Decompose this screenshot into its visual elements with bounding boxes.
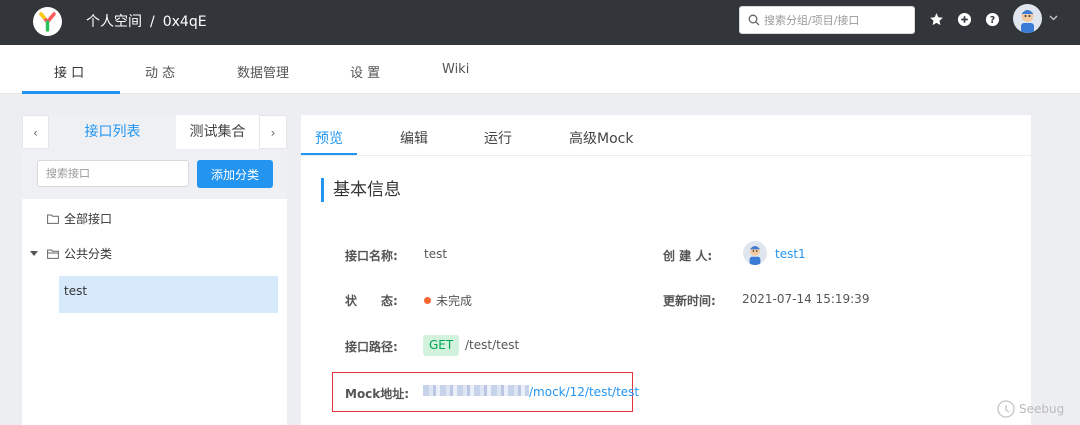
interface-detail: 预览 编辑 运行 高级Mock 基本信息 接口名称: test 创 建 人: t… xyxy=(301,115,1031,425)
add-category-button[interactable]: 添加分类 xyxy=(197,160,273,188)
mock-label: Mock地址: xyxy=(345,387,410,401)
breadcrumb: 个人空间 / 0x4qE xyxy=(86,11,207,31)
chevron-down-icon[interactable] xyxy=(1049,15,1058,21)
watermark-text: Seebug xyxy=(1019,402,1065,416)
breadcrumb-separator: / xyxy=(150,14,155,30)
tab-next-arrow[interactable]: › xyxy=(259,115,287,149)
tab-edit[interactable]: 编辑 xyxy=(400,128,428,148)
sidebar-toolbar: 添加分类 xyxy=(22,149,287,199)
tree-all-label: 全部接口 xyxy=(64,212,113,226)
sidebar-tabs: ‹ 接口列表 测试集合 › xyxy=(22,115,287,149)
tab-run[interactable]: 运行 xyxy=(484,128,512,148)
tree-category-label: 公共分类 xyxy=(64,247,113,261)
creator-link[interactable]: test1 xyxy=(775,247,806,261)
method-badge: GET xyxy=(423,335,460,356)
mock-host-redacted xyxy=(423,385,529,396)
global-search-input[interactable] xyxy=(764,11,910,29)
seebug-logo-icon xyxy=(997,400,1015,418)
mock-url-link[interactable]: /mock/12/test/test xyxy=(529,385,639,399)
seebug-watermark: Seebug xyxy=(996,399,1064,419)
help-icon[interactable]: ? xyxy=(985,12,1000,27)
tab-wiki[interactable]: Wiki xyxy=(442,62,469,77)
name-value: test xyxy=(424,247,448,261)
section-title: 基本信息 xyxy=(321,178,401,202)
tree-interface-test[interactable]: test xyxy=(59,276,278,313)
star-icon[interactable] xyxy=(929,12,944,27)
tree-category-public[interactable]: 公共分类 xyxy=(30,245,112,262)
tab-prev-arrow[interactable]: ‹ xyxy=(22,115,49,149)
creator-avatar[interactable] xyxy=(743,241,767,265)
tab-divider xyxy=(301,155,1031,156)
tab-interface[interactable]: 接 口 xyxy=(54,62,84,81)
global-search[interactable] xyxy=(739,6,915,34)
path-label: 接口路径: xyxy=(345,340,398,354)
add-icon[interactable] xyxy=(957,12,972,27)
tab-data-management[interactable]: 数据管理 xyxy=(237,62,289,81)
tab-activity[interactable]: 动 态 xyxy=(145,62,175,81)
status-value: 未完成 xyxy=(424,292,472,309)
updated-value: 2021-07-14 15:19:39 xyxy=(742,292,870,306)
yapi-logo[interactable] xyxy=(33,7,62,36)
tab-test-collection[interactable]: 测试集合 xyxy=(176,115,259,149)
path-value: /test/test xyxy=(465,338,520,352)
active-tab-indicator xyxy=(22,91,120,94)
folder-open-icon xyxy=(47,249,59,259)
user-avatar[interactable] xyxy=(1013,4,1042,33)
creator-label: 创 建 人: xyxy=(663,249,713,263)
top-header: 个人空间 / 0x4qE ? xyxy=(0,0,1080,45)
search-icon xyxy=(748,14,760,26)
breadcrumb-space[interactable]: 个人空间 xyxy=(86,14,142,30)
tab-advanced-mock[interactable]: 高级Mock xyxy=(569,128,633,148)
caret-down-icon xyxy=(30,250,38,256)
interface-sidebar: ‹ 接口列表 测试集合 › 添加分类 全部接口 公共分类 test xyxy=(22,115,287,425)
status-dot-icon xyxy=(424,297,431,304)
folder-icon xyxy=(47,214,59,224)
tab-interface-list[interactable]: 接口列表 xyxy=(49,115,176,149)
tree-all-interfaces[interactable]: 全部接口 xyxy=(47,210,112,227)
tab-settings[interactable]: 设 置 xyxy=(350,62,380,81)
name-label: 接口名称: xyxy=(345,249,398,263)
breadcrumb-project[interactable]: 0x4qE xyxy=(163,14,207,30)
updated-label: 更新时间: xyxy=(663,294,716,308)
tab-preview[interactable]: 预览 xyxy=(315,128,343,148)
svg-text:?: ? xyxy=(990,15,995,26)
status-label: 状 态: xyxy=(345,294,398,308)
status-text: 未完成 xyxy=(436,294,473,308)
project-nav: 接 口 动 态 数据管理 设 置 Wiki xyxy=(0,45,1080,94)
interface-search-input[interactable] xyxy=(37,160,189,187)
